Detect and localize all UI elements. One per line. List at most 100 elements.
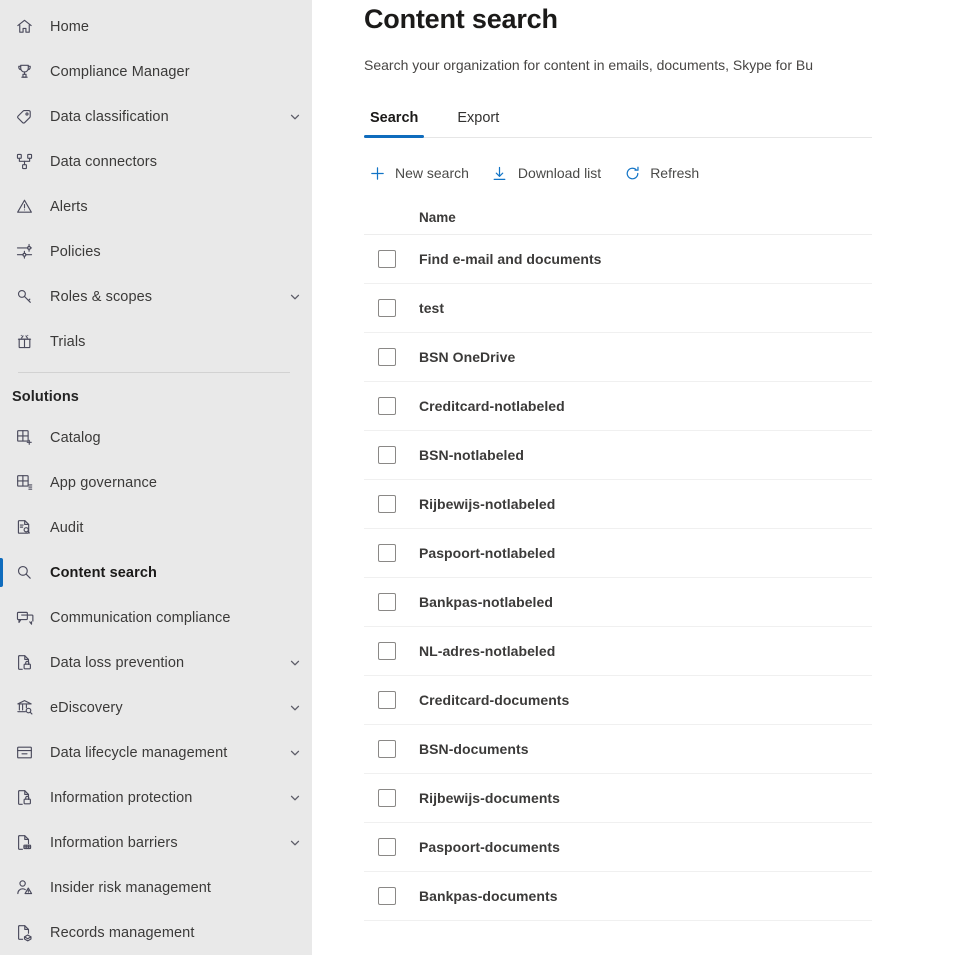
sidebar-item-data-classification[interactable]: Data classification xyxy=(0,94,312,139)
chevron-down-icon[interactable] xyxy=(288,701,302,715)
tab-export[interactable]: Export xyxy=(451,110,505,137)
sidebar-item-label: Roles & scopes xyxy=(50,288,153,305)
row-checkbox[interactable] xyxy=(378,250,396,268)
sidebar-item-roles-scopes[interactable]: Roles & scopes xyxy=(0,274,312,319)
chevron-down-icon[interactable] xyxy=(288,746,302,760)
selected-indicator xyxy=(0,558,3,587)
row-name: Paspoort-documents xyxy=(419,839,560,855)
table-row[interactable]: BSN-documents xyxy=(364,725,872,774)
row-name: Bankpas-documents xyxy=(419,888,558,904)
chevron-down-icon[interactable] xyxy=(288,836,302,850)
sidebar-item-app-governance[interactable]: App governance xyxy=(0,460,312,505)
table-row[interactable]: Rijbewijs-notlabeled xyxy=(364,480,872,529)
sidebar-item-data-loss-prevention[interactable]: Data loss prevention xyxy=(0,640,312,685)
sidebar-item-label: Data connectors xyxy=(50,153,158,170)
trophy-icon xyxy=(14,62,34,82)
archive-icon xyxy=(14,743,34,763)
sidebar-item-information-barriers[interactable]: Information barriers xyxy=(0,820,312,865)
chevron-down-icon[interactable] xyxy=(288,791,302,805)
key-icon xyxy=(14,287,34,307)
plus-icon xyxy=(368,164,386,182)
sidebar-item-catalog[interactable]: Catalog xyxy=(0,415,312,460)
tag-icon xyxy=(14,107,34,127)
sidebar-item-trials[interactable]: Trials xyxy=(0,319,312,364)
download-list-button[interactable]: Download list xyxy=(487,157,611,189)
page-title: Content search xyxy=(364,4,558,34)
grid-list-icon xyxy=(14,473,34,493)
row-name: BSN-notlabeled xyxy=(419,447,524,463)
sidebar-item-compliance-manager[interactable]: Compliance Manager xyxy=(0,49,312,94)
sidebar-item-label: Trials xyxy=(50,333,86,350)
row-name: BSN OneDrive xyxy=(419,349,516,365)
sidebar-item-ediscovery[interactable]: eDiscovery xyxy=(0,685,312,730)
table-row[interactable]: BSN OneDrive xyxy=(364,333,872,382)
chevron-down-icon[interactable] xyxy=(288,656,302,670)
sidebar-item-label: eDiscovery xyxy=(50,699,123,716)
sidebar-item-label: Insider risk management xyxy=(50,879,212,896)
tab-active-underline xyxy=(364,135,425,138)
tab-search[interactable]: Search xyxy=(364,110,425,138)
row-checkbox[interactable] xyxy=(378,495,396,513)
row-name: BSN-documents xyxy=(419,741,529,757)
refresh-icon xyxy=(623,164,641,182)
toolbar-button-label: New search xyxy=(395,165,469,181)
sidebar-item-label: Information barriers xyxy=(50,834,178,851)
sidebar-item-communication-compliance[interactable]: Communication compliance xyxy=(0,595,312,640)
sidebar-item-label: Data lifecycle management xyxy=(50,744,228,761)
sidebar-item-alerts[interactable]: Alerts xyxy=(0,184,312,229)
refresh-button[interactable]: Refresh xyxy=(619,157,709,189)
search-list-table: Name Find e-mail and documents test BSN On… xyxy=(364,201,872,921)
sidebar-navigation: Home Compliance Manager Data classificatio… xyxy=(0,0,312,955)
bank-search-icon xyxy=(14,698,34,718)
toolbar-button-label: Refresh xyxy=(650,165,700,181)
row-checkbox[interactable] xyxy=(378,593,396,611)
row-checkbox[interactable] xyxy=(378,299,396,317)
tab-label: Export xyxy=(457,110,500,126)
row-checkbox[interactable] xyxy=(378,446,396,464)
row-checkbox[interactable] xyxy=(378,348,396,366)
table-row[interactable]: Bankpas-notlabeled xyxy=(364,578,872,627)
table-row[interactable]: Find e-mail and documents xyxy=(364,235,872,284)
chevron-down-icon[interactable] xyxy=(288,110,302,124)
sidebar-item-policies[interactable]: Policies xyxy=(0,229,312,274)
table-row[interactable]: Paspoort-notlabeled xyxy=(364,529,872,578)
table-row[interactable]: Creditcard-documents xyxy=(364,676,872,725)
sidebar-item-content-search[interactable]: Content search xyxy=(0,550,312,595)
tab-bar: Search Export xyxy=(364,98,872,138)
row-name: Creditcard-notlabeled xyxy=(419,398,565,414)
sidebar-item-audit[interactable]: Audit xyxy=(0,505,312,550)
sidebar-item-information-protection[interactable]: Information protection xyxy=(0,775,312,820)
row-name: Rijbewijs-documents xyxy=(419,790,560,806)
row-checkbox[interactable] xyxy=(378,397,396,415)
download-icon xyxy=(491,164,509,182)
table-row[interactable]: Rijbewijs-documents xyxy=(364,774,872,823)
sidebar-item-records-management[interactable]: Records management xyxy=(0,910,312,955)
table-row[interactable]: Paspoort-documents xyxy=(364,823,872,872)
row-checkbox[interactable] xyxy=(378,642,396,660)
row-checkbox[interactable] xyxy=(378,789,396,807)
table-row[interactable]: Bankpas-documents xyxy=(364,872,872,921)
sidebar-item-home[interactable]: Home xyxy=(0,4,312,49)
person-warning-icon xyxy=(14,878,34,898)
table-row[interactable]: test xyxy=(364,284,872,333)
row-checkbox[interactable] xyxy=(378,740,396,758)
table-row[interactable]: NL-adres-notlabeled xyxy=(364,627,872,676)
row-name: Creditcard-documents xyxy=(419,692,570,708)
chevron-down-icon[interactable] xyxy=(288,290,302,304)
sidebar-item-data-lifecycle-management[interactable]: Data lifecycle management xyxy=(0,730,312,775)
row-checkbox[interactable] xyxy=(378,838,396,856)
table-row[interactable]: Creditcard-notlabeled xyxy=(364,382,872,431)
sidebar-item-label: Information protection xyxy=(50,789,193,806)
sidebar-item-insider-risk-management[interactable]: Insider risk management xyxy=(0,865,312,910)
row-name: Find e-mail and documents xyxy=(419,251,602,267)
row-checkbox[interactable] xyxy=(378,691,396,709)
new-search-button[interactable]: New search xyxy=(364,157,479,189)
sidebar-top-section: Home Compliance Manager Data classificatio… xyxy=(0,4,312,364)
row-checkbox[interactable] xyxy=(378,887,396,905)
row-checkbox[interactable] xyxy=(378,544,396,562)
table-row[interactable]: BSN-notlabeled xyxy=(364,431,872,480)
sidebar-item-data-connectors[interactable]: Data connectors xyxy=(0,139,312,184)
sidebar-item-label: Alerts xyxy=(50,198,88,215)
home-icon xyxy=(14,17,34,37)
command-toolbar: New search Download list Refresh xyxy=(364,150,974,196)
